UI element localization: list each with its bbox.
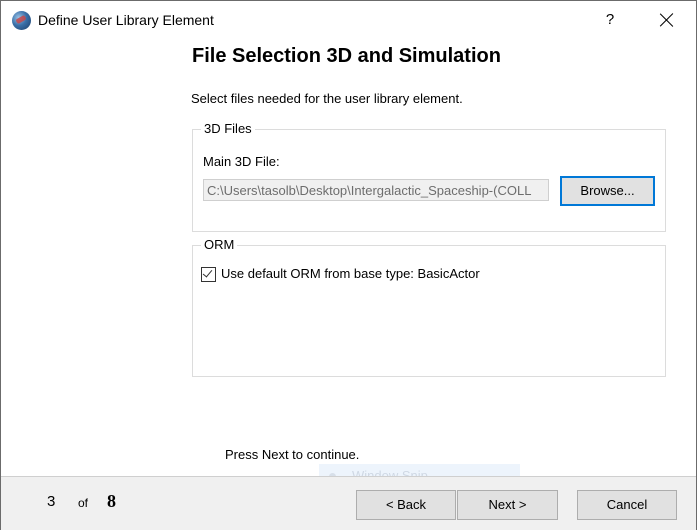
app-globe-icon: [12, 11, 31, 30]
main-3d-file-input[interactable]: C:\Users\tasolb\Desktop\Intergalactic_Sp…: [203, 179, 549, 201]
next-button[interactable]: Next >: [457, 490, 558, 520]
orm-group: ORM Use default ORM from base type: Basi…: [192, 237, 666, 377]
press-next-hint: Press Next to continue.: [225, 447, 360, 462]
browse-button[interactable]: Browse...: [560, 176, 655, 206]
step-of-label: of: [78, 496, 89, 510]
use-default-orm-checkbox[interactable]: [201, 267, 216, 282]
current-step: 3: [47, 493, 56, 510]
3d-files-legend: 3D Files: [201, 121, 255, 136]
cancel-button[interactable]: Cancel: [577, 490, 677, 520]
close-icon[interactable]: [653, 7, 681, 33]
3d-files-group: 3D Files Main 3D File: C:\Users\tasolb\D…: [192, 121, 666, 232]
total-steps: 8: [107, 491, 116, 511]
title-bar: Define User Library Element ?: [1, 1, 696, 39]
help-button[interactable]: ?: [597, 9, 623, 31]
window-title: Define User Library Element: [38, 12, 214, 28]
use-default-orm-label[interactable]: Use default ORM from base type: BasicAct…: [221, 266, 480, 281]
page-instruction: Select files needed for the user library…: [191, 91, 463, 106]
define-user-library-element-dialog: Define User Library Element ? File Selec…: [0, 0, 697, 530]
orm-legend: ORM: [201, 237, 238, 252]
page-title: File Selection 3D and Simulation: [192, 45, 501, 67]
back-button[interactable]: < Back: [356, 490, 456, 520]
main-3d-file-label: Main 3D File:: [203, 154, 280, 169]
wizard-footer: 3 of 8 < Back Next > Cancel: [1, 476, 696, 530]
